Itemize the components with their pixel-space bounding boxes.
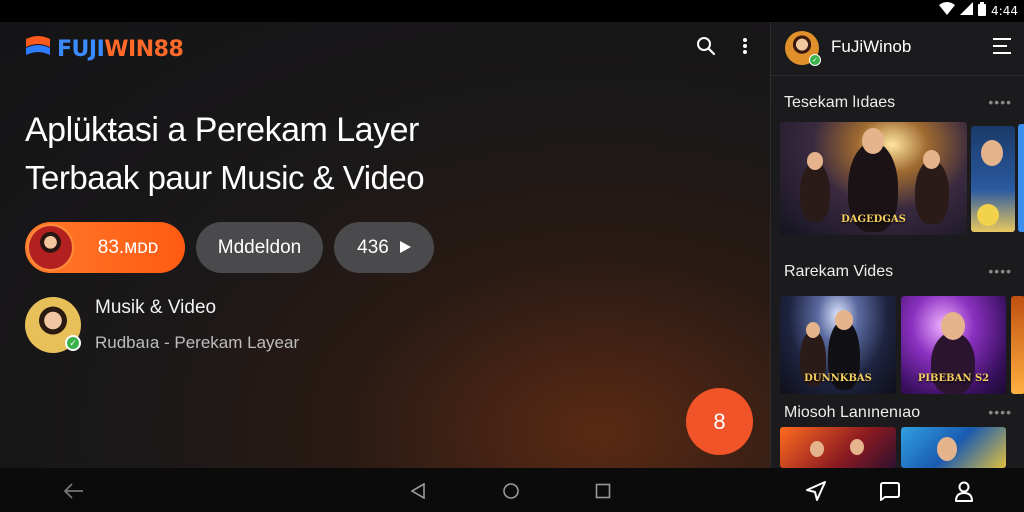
navigation-bar <box>0 468 1024 512</box>
video-thumbnail[interactable] <box>901 427 1006 468</box>
main-panel: FUJIWIN88 Aplükŧasi a Perekam Layer Terb… <box>0 22 770 468</box>
avatar <box>27 224 74 271</box>
section-title: Miosoh Lanınenıao <box>784 404 921 421</box>
video-thumbnail[interactable] <box>1011 296 1024 394</box>
app-logo[interactable]: FUJIWIN88 <box>25 34 184 64</box>
back-icon[interactable] <box>62 479 86 503</box>
chat-icon[interactable] <box>878 479 902 503</box>
logo-flag-icon <box>25 35 51 64</box>
secondary-action-label: Mddeldon <box>217 236 302 258</box>
avatar[interactable]: ✓ <box>785 31 821 66</box>
more-vert-icon[interactable] <box>742 37 748 60</box>
primary-action-button[interactable]: 83.ᴍᴅᴅ <box>25 222 185 273</box>
logo-text: FUJIWIN88 <box>57 36 184 62</box>
send-icon[interactable] <box>804 479 828 503</box>
title-line-1: Aplükŧasi a Perekam Layer <box>25 111 419 149</box>
video-thumbnail[interactable] <box>971 126 1015 232</box>
thumbnail-caption: DAGEDGAS <box>841 214 906 225</box>
verified-check-icon: ✓ <box>809 54 821 66</box>
home-icon[interactable] <box>499 479 523 503</box>
thumbnail-caption: PIBEBAN S2 <box>917 373 990 384</box>
search-icon[interactable] <box>696 36 716 61</box>
side-panel-header: ✓ FuJiWinob <box>771 22 1024 76</box>
secondary-action-button[interactable]: Mddeldon <box>196 222 323 273</box>
profile-icon[interactable] <box>952 479 976 503</box>
scroll-indicator <box>1018 124 1024 232</box>
wifi-icon <box>939 2 956 20</box>
status-bar: 4:44 <box>0 0 1024 22</box>
thumbnail-caption: DUNNKBAS <box>804 373 872 384</box>
play-button[interactable]: 436 <box>334 222 434 273</box>
status-time: 4:44 <box>991 4 1018 18</box>
side-panel: ✓ FuJiWinob Tesekam lıdaes •••• DAGEDGAS… <box>770 22 1024 468</box>
section-more-button[interactable]: •••• <box>988 263 1012 279</box>
author-title: Musik & Video <box>95 297 217 318</box>
nav-back-triangle-icon[interactable] <box>406 479 430 503</box>
section-more-button[interactable]: •••• <box>988 94 1012 110</box>
title-line-2: Terbaak paur Music & Video <box>25 159 425 196</box>
section-title: Rarekam Vides <box>784 263 894 280</box>
video-thumbnail[interactable]: DAGEDGAS <box>780 122 967 235</box>
video-thumbnail[interactable]: PIBEBAN S2 <box>901 296 1006 394</box>
page-title: Aplükŧasi a Perekam Layer Terbaak paur M… <box>25 106 425 202</box>
video-thumbnail[interactable] <box>780 427 896 468</box>
author-info[interactable]: ✓ Musik & Video Rudbaıa - Perekam Layear <box>25 297 299 353</box>
floating-action-button[interactable]: 8 <box>686 388 753 455</box>
avatar: ✓ <box>25 297 81 353</box>
recents-icon[interactable] <box>591 479 615 503</box>
side-panel-name: FuJiWinob <box>831 37 912 56</box>
play-count: 436 <box>357 236 389 258</box>
primary-action-label: 83.ᴍᴅᴅ <box>97 236 159 258</box>
section-title: Tesekam lıdaes <box>784 94 896 111</box>
play-icon <box>399 237 411 259</box>
video-thumbnail[interactable]: DUNNKBAS <box>780 296 896 394</box>
battery-icon <box>978 1 987 21</box>
action-buttons: 83.ᴍᴅᴅ Mddeldon 436 <box>25 222 434 273</box>
author-subtitle: Rudbaıa - Perekam Layear <box>95 333 300 352</box>
fab-label: 8 <box>713 408 726 434</box>
verified-check-icon: ✓ <box>65 335 81 351</box>
menu-icon[interactable] <box>993 38 1011 59</box>
section-more-button[interactable]: •••• <box>988 404 1012 420</box>
cellular-signal-icon <box>960 2 974 20</box>
